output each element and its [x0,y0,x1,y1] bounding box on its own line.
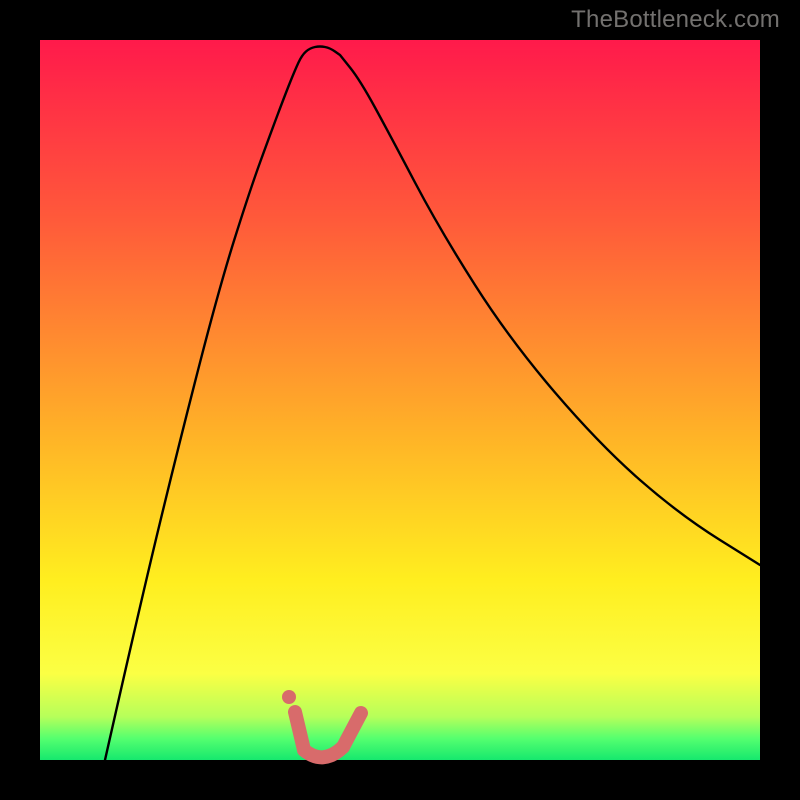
curve-layer [40,40,760,760]
chart-frame: TheBottleneck.com [0,0,800,800]
bottleneck-curve [105,47,760,761]
plot-area [40,40,760,760]
valley-marker [282,690,361,757]
marker-right-tick-icon [343,713,361,747]
watermark-text: TheBottleneck.com [571,6,780,34]
marker-dot-icon [282,690,296,704]
